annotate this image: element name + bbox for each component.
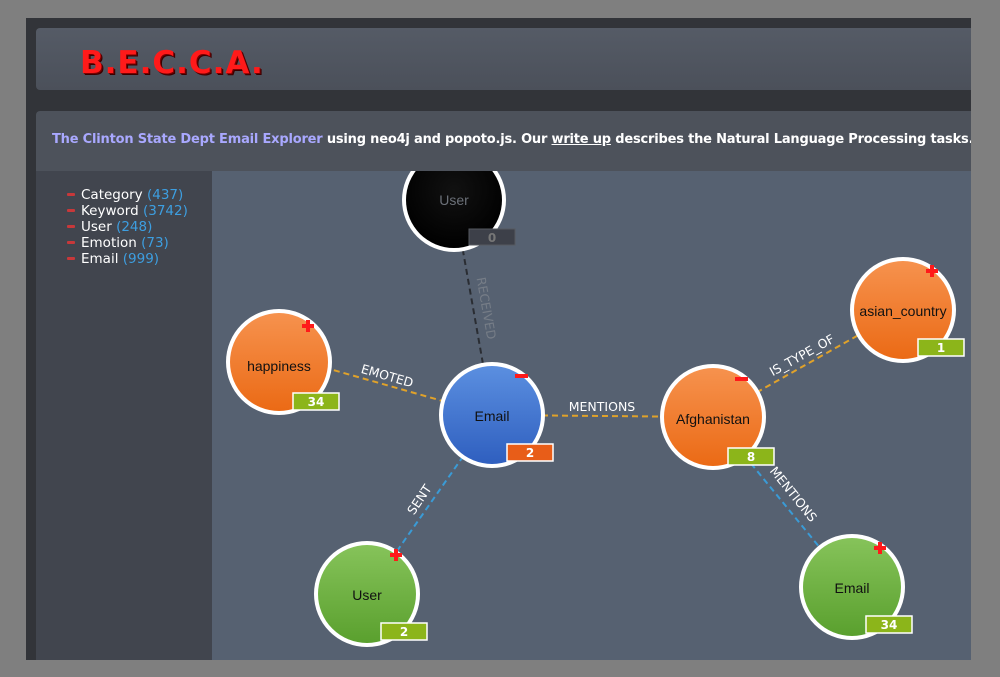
node-afghanistan[interactable]: Afghanistan 8	[660, 364, 775, 470]
taxonomy-label: User	[81, 219, 112, 235]
taxonomy-count: (437)	[146, 187, 184, 203]
node-label: Afghanistan	[676, 411, 750, 427]
explorer-title-link[interactable]: The Clinton State Dept Email Explorer	[52, 132, 323, 147]
count-badge-text: 34	[308, 395, 325, 409]
taxonomy-count: (73)	[141, 235, 169, 251]
taxonomy-count: (3742)	[142, 203, 188, 219]
count-badge-text: 8	[747, 450, 755, 464]
collapse-minus-icon[interactable]	[515, 374, 528, 378]
collapse-minus-icon[interactable]	[735, 377, 748, 381]
intro-text: The Clinton State Dept Email Explorer us…	[52, 132, 971, 147]
node-label: Email	[834, 580, 869, 596]
node-label: happiness	[247, 358, 311, 374]
collapse-icon[interactable]	[67, 240, 75, 244]
count-badge-text: 2	[526, 446, 534, 460]
taxonomy-item-emotion[interactable]: Emotion (73)	[67, 235, 188, 251]
node-label: Email	[474, 408, 509, 424]
header-bar: B.E.C.C.A.	[36, 28, 971, 90]
node-asian-country[interactable]: asian_country 1	[850, 257, 965, 363]
intro-text-a: using neo4j and popoto.js. Our	[322, 132, 552, 147]
taxonomy-item-user[interactable]: User (248)	[67, 219, 188, 235]
node-user-receiver[interactable]: User 0	[402, 171, 516, 252]
node-label: asian_country	[859, 303, 946, 319]
collapse-icon[interactable]	[67, 208, 75, 212]
count-badge-text: 34	[881, 618, 898, 632]
node-label: User	[352, 587, 382, 603]
taxonomy-sidebar: Category (437) Keyword (3742) User (248)…	[36, 171, 212, 660]
count-badge-text: 1	[937, 341, 945, 355]
graph-canvas[interactable]: EMOTED MENTIONS IS_TYPE_OF SENT MENTIONS…	[212, 171, 971, 660]
taxonomy-label: Keyword	[81, 203, 139, 219]
link-label-mentions: MENTIONS	[569, 399, 636, 414]
node-label: User	[439, 192, 469, 208]
app-logo[interactable]: B.E.C.C.A.	[80, 45, 264, 81]
intro-panel: The Clinton State Dept Email Explorer us…	[36, 111, 971, 171]
taxonomy-count: (248)	[116, 219, 153, 235]
collapse-icon[interactable]	[67, 224, 75, 228]
taxonomy-item-category[interactable]: Category (437)	[67, 187, 188, 203]
taxonomy-label: Category	[81, 187, 143, 203]
count-badge-text: 2	[400, 625, 408, 639]
intro-text-b: describes the Natural Language Processin…	[610, 132, 971, 147]
node-email-root[interactable]: Email 2	[439, 362, 554, 468]
graph-svg[interactable]: EMOTED MENTIONS IS_TYPE_OF SENT MENTIONS…	[212, 171, 971, 660]
link-label-mentions-2: MENTIONS	[767, 464, 821, 525]
link-label-sent: SENT	[404, 481, 435, 517]
taxonomy-count: (999)	[122, 251, 160, 267]
node-email-mentions[interactable]: Email 34	[799, 534, 913, 640]
taxonomy-label: Email	[81, 251, 119, 267]
taxonomy-label: Emotion	[81, 235, 137, 251]
taxonomy-item-email[interactable]: Email (999)	[67, 251, 188, 267]
writeup-link[interactable]: write up	[552, 132, 612, 147]
taxonomy-item-keyword[interactable]: Keyword (3742)	[67, 203, 188, 219]
node-happiness[interactable]: happiness 34	[226, 309, 340, 415]
app-frame: B.E.C.C.A. The Clinton State Dept Email …	[26, 18, 971, 660]
collapse-icon[interactable]	[67, 192, 75, 196]
count-badge-text: 0	[488, 231, 496, 245]
link-label-is-type-of: IS_TYPE_OF	[767, 331, 837, 379]
collapse-icon[interactable]	[67, 256, 75, 260]
node-user-sender[interactable]: User 2	[314, 541, 428, 647]
taxonomy-list: Category (437) Keyword (3742) User (248)…	[67, 187, 188, 267]
